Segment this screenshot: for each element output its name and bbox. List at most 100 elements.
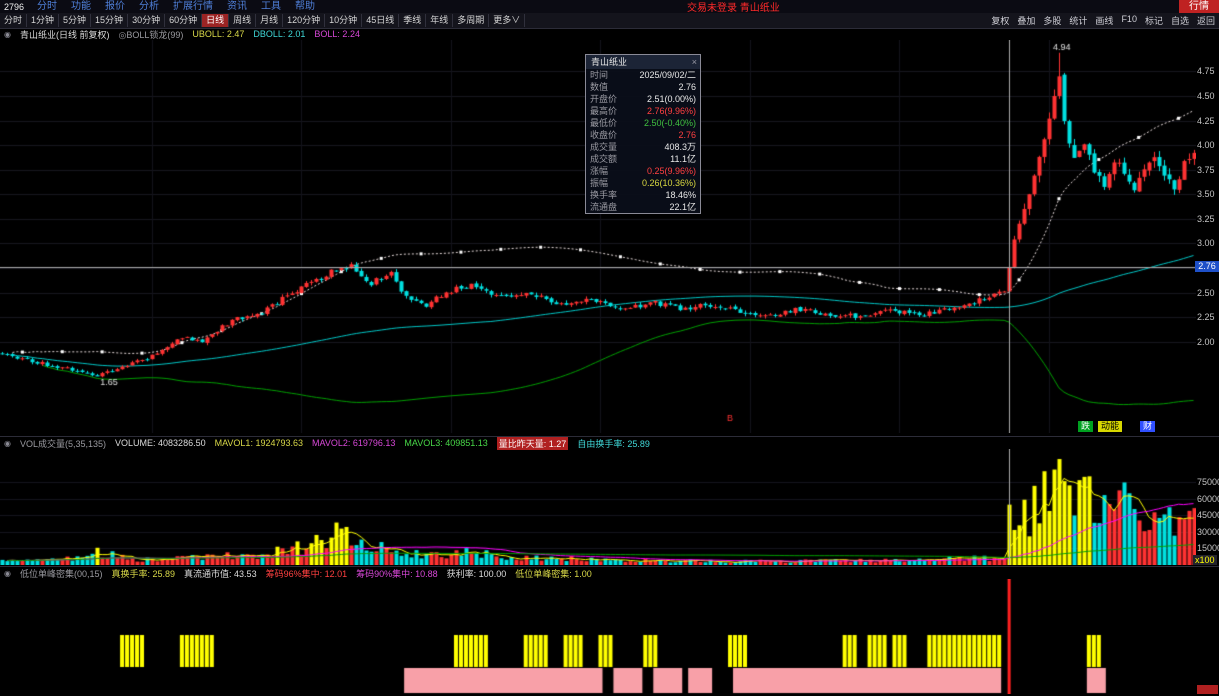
popup-row-label: 收盘价 [590,129,617,141]
toolbar-button-3[interactable]: 统计 [1065,13,1091,28]
volume-header-segment-3: MAVOL2: 619796.13 [312,438,395,448]
popup-row-label: 最高价 [590,105,617,117]
price-axis-label: 4.50 [1197,91,1219,101]
period-tab-15[interactable]: 更多∨ [489,14,525,27]
period-tab-10[interactable]: 10分钟 [325,14,362,27]
period-tab-6[interactable]: 日线 [202,14,229,27]
popup-row-value: 2.51(0.00%) [647,93,696,105]
price-axis-label: 3.75 [1197,165,1219,175]
popup-row-value: 408.3万 [664,141,696,153]
main-header-segment-4: BOLL: 2.24 [314,29,360,39]
menubar: 2796 分时功能报价分析扩展行情资讯工具帮助 交易未登录 青山纸业 行情 [0,0,1219,13]
menu-item-5[interactable]: 资讯 [220,0,254,13]
popup-row-label: 振幅 [590,177,608,189]
popup-row-label: 时间 [590,69,608,81]
popup-row-10: 换手率 18.46% [586,189,700,201]
toolbar-button-1[interactable]: 叠加 [1013,13,1039,28]
popup-row-value: 11.1亿 [670,153,696,165]
indicator-header: ◉低位单峰密集(00,15)真换手率: 25.89真流通市值: 43.53筹码9… [0,567,1219,579]
period-tab-4[interactable]: 30分钟 [128,14,165,27]
popup-row-5: 收盘价2.76 [586,129,700,141]
corner-marker [1197,685,1218,694]
popup-row-0: 时间 2025/09/02/二 [586,69,700,81]
period-tab-1[interactable]: 1分钟 [27,14,59,27]
menu-item-4[interactable]: 扩展行情 [166,0,220,13]
popup-row-1: 数值2.76 [586,81,700,93]
popup-row-value: 2025/09/02/二 [639,69,696,81]
volume-axis-label: 75000 [1197,477,1219,487]
main-header-segment-0: 青山纸业(日线 前复权) [20,28,110,41]
volume-header-icon: ◉ [4,439,11,448]
period-toolbar: 分时1分钟5分钟15分钟30分钟60分钟日线周线月线120分钟10分钟45日线季… [0,13,1219,29]
indicator-header-segment-2: 真流通市值: 43.53 [184,567,257,580]
popup-row-value: 2.76(9.96%) [647,105,696,117]
period-tab-2[interactable]: 5分钟 [59,14,91,27]
popup-row-6: 成交量 408.3万 [586,141,700,153]
popup-row-8: 涨幅0.25(9.96%) [586,165,700,177]
period-tab-0[interactable]: 分时 [0,14,27,27]
main-header-icon: ◉ [4,30,11,39]
toolbar-right-buttons: 复权叠加多股统计画线F10标记自选返回 [987,13,1219,28]
popup-row-value: 0.26(10.36%) [642,177,696,189]
popup-row-9: 振幅 0.26(10.36%) [586,177,700,189]
popup-row-label: 涨幅 [590,165,608,177]
stock-code-box[interactable]: 2796 [0,2,30,12]
toolbar-button-0[interactable]: 复权 [987,13,1013,28]
popup-row-value: 22.1亿 [669,201,696,213]
period-tab-7[interactable]: 周线 [229,14,256,27]
popup-row-3: 最高价 2.76(9.96%) [586,105,700,117]
period-tab-13[interactable]: 年线 [426,14,453,27]
popup-row-value: 2.50(-0.40%) [644,117,696,129]
period-tab-3[interactable]: 15分钟 [91,14,128,27]
period-tab-9[interactable]: 120分钟 [283,14,325,27]
toolbar-button-5[interactable]: F10 [1117,13,1141,28]
toolbar-button-7[interactable]: 自选 [1167,13,1193,28]
toolbar-button-8[interactable]: 返回 [1193,13,1219,28]
menu-item-6[interactable]: 工具 [254,0,288,13]
menu-items: 分时功能报价分析扩展行情资讯工具帮助 [30,0,322,13]
price-axis-label: 3.50 [1197,189,1219,199]
popup-row-label: 成交量 [590,141,617,153]
signal-tag-2: 财 [1140,421,1155,432]
stock-info-popup[interactable]: 青山纸业 × 时间2025/09/02/二数值2.76开盘价2.51(0.00%… [585,54,701,214]
menu-item-7[interactable]: 帮助 [288,0,322,13]
indicator-header-segment-5: 获利率: 100.00 [447,567,507,580]
popup-row-value: 18.46% [665,189,696,201]
popup-row-label: 换手率 [590,189,617,201]
menu-item-1[interactable]: 功能 [64,0,98,13]
indicator-header-segment-6: 低位单峰密集: 1.00 [515,567,592,580]
popup-row-label: 流通盘 [590,201,617,213]
menu-item-2[interactable]: 报价 [98,0,132,13]
volume-header-segment-4: MAVOL3: 409851.13 [404,438,487,448]
quote-panel-button[interactable]: 行情 [1179,0,1219,13]
volume-header-segment-0: VOL成交量(5,35,135) [20,437,106,450]
period-tab-5[interactable]: 60分钟 [165,14,202,27]
menu-item-0[interactable]: 分时 [30,0,64,13]
volume-header-segment-1: VOLUME: 4083286.50 [115,438,206,448]
price-axis-label: 2.25 [1197,312,1219,322]
menu-item-3[interactable]: 分析 [132,0,166,13]
price-axis-label: 4.25 [1197,116,1219,126]
volume-chart[interactable] [0,449,1196,565]
main-header-segment-3: DBOLL: 2.01 [253,29,305,39]
period-tabs: 分时1分钟5分钟15分钟30分钟60分钟日线周线月线120分钟10分钟45日线季… [0,14,525,27]
toolbar-button-6[interactable]: 标记 [1141,13,1167,28]
volume-unit-label: x100 [1193,555,1217,565]
main-header-segment-2: UBOLL: 2.47 [192,29,244,39]
toolbar-button-4[interactable]: 画线 [1091,13,1117,28]
period-tab-12[interactable]: 季线 [399,14,426,27]
volume-header: ◉ VOL成交量(5,35,135) VOLUME: 4083286.50 MAVOL… [0,437,1219,449]
chip-indicator-chart[interactable] [0,579,1196,694]
period-tab-11[interactable]: 45日线 [362,14,399,27]
price-axis-label: 2.50 [1197,288,1219,298]
main-chart-header: ◉青山纸业(日线 前复权)◎BOLL锁龙(99)UBOLL: 2.47DBOLL… [0,28,1219,40]
popup-row-label: 开盘价 [590,93,617,105]
toolbar-button-2[interactable]: 多股 [1039,13,1065,28]
period-tab-14[interactable]: 多周期 [453,14,489,27]
popup-row-value: 2.76 [678,81,696,93]
close-icon[interactable]: × [692,55,697,69]
volume-header-segment-6: 自由换手率: 25.89 [577,437,650,450]
price-axis-label: 4.00 [1197,140,1219,150]
popup-rows: 时间 2025/09/02/二数值2.76开盘价 2.51(0.00%) 最高价 2.7… [586,69,700,213]
period-tab-8[interactable]: 月线 [256,14,283,27]
